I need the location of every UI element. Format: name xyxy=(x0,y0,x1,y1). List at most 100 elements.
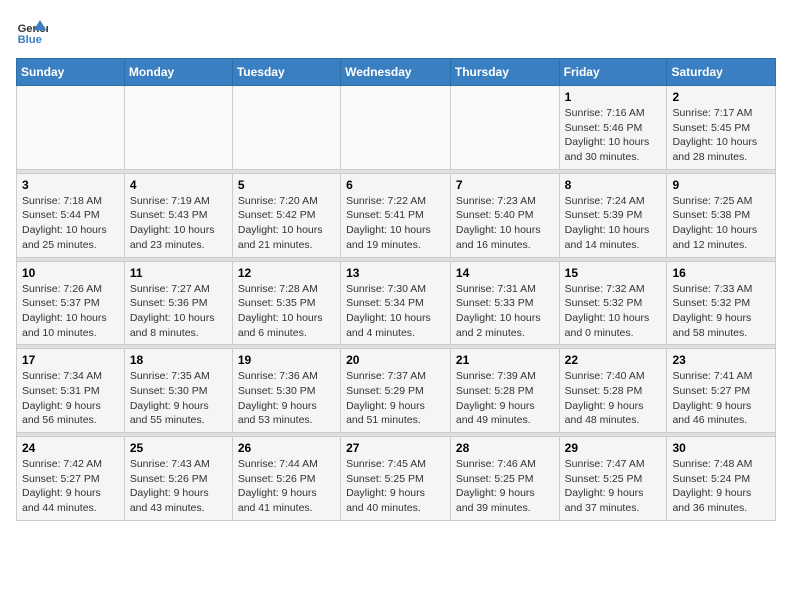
calendar-body: 1 Sunrise: 7:16 AM Sunset: 5:46 PM Daylig… xyxy=(17,86,776,521)
day-cell: 28Sunrise: 7:46 AM Sunset: 5:25 PM Dayli… xyxy=(450,437,559,521)
day-number: 14 xyxy=(456,266,554,280)
column-header-wednesday: Wednesday xyxy=(341,59,451,86)
day-number: 9 xyxy=(672,178,770,192)
day-number: 1 xyxy=(565,90,662,104)
day-cell: 30 Sunrise: 7:48 AM Sunset: 5:24 PM Dayli… xyxy=(667,437,776,521)
day-info: Sunrise: 7:33 AM Sunset: 5:32 PM Dayligh… xyxy=(672,282,770,341)
day-number: 12 xyxy=(238,266,335,280)
logo-icon: General Blue xyxy=(16,16,48,48)
day-info: Sunrise: 7:16 AM Sunset: 5:46 PM Dayligh… xyxy=(565,106,662,165)
day-cell: 16 Sunrise: 7:33 AM Sunset: 5:32 PM Dayli… xyxy=(667,261,776,345)
day-info: Sunrise: 7:44 AM Sunset: 5:26 PM Dayligh… xyxy=(238,457,335,516)
day-info: Sunrise: 7:36 AM Sunset: 5:30 PM Dayligh… xyxy=(238,369,335,428)
day-cell: 1 Sunrise: 7:16 AM Sunset: 5:46 PM Daylig… xyxy=(559,86,667,170)
day-info: Sunrise: 7:47 AM Sunset: 5:25 PM Dayligh… xyxy=(565,457,662,516)
day-cell: 24 Sunrise: 7:42 AM Sunset: 5:27 PM Dayli… xyxy=(17,437,125,521)
day-number: 2 xyxy=(672,90,770,104)
day-number: 17 xyxy=(22,353,119,367)
day-cell: 7 Sunrise: 7:23 AM Sunset: 5:40 PM Daylig… xyxy=(450,173,559,257)
day-info: Sunrise: 7:42 AM Sunset: 5:27 PM Dayligh… xyxy=(22,457,119,516)
day-info: Sunrise: 7:18 AM Sunset: 5:44 PM Dayligh… xyxy=(22,194,119,253)
day-info: Sunrise: 7:34 AM Sunset: 5:31 PM Dayligh… xyxy=(22,369,119,428)
svg-text:Blue: Blue xyxy=(18,34,42,46)
day-number: 29 xyxy=(565,441,662,455)
day-number: 25 xyxy=(130,441,227,455)
day-info: Sunrise: 7:23 AM Sunset: 5:40 PM Dayligh… xyxy=(456,194,554,253)
day-cell: 10Sunrise: 7:26 AM Sunset: 5:37 PM Dayli… xyxy=(17,261,125,345)
day-cell: 17 Sunrise: 7:34 AM Sunset: 5:31 PM Dayli… xyxy=(17,349,125,433)
day-cell: 2Sunrise: 7:17 AM Sunset: 5:45 PM Daylig… xyxy=(667,86,776,170)
week-row-4: 17 Sunrise: 7:34 AM Sunset: 5:31 PM Dayli… xyxy=(17,349,776,433)
column-header-sunday: Sunday xyxy=(17,59,125,86)
day-cell: 23Sunrise: 7:41 AM Sunset: 5:27 PM Dayli… xyxy=(667,349,776,433)
day-cell: 20 Sunrise: 7:37 AM Sunset: 5:29 PM Dayli… xyxy=(341,349,451,433)
week-row-2: 3 Sunrise: 7:18 AM Sunset: 5:44 PM Daylig… xyxy=(17,173,776,257)
day-number: 13 xyxy=(346,266,445,280)
day-info: Sunrise: 7:48 AM Sunset: 5:24 PM Dayligh… xyxy=(672,457,770,516)
day-cell xyxy=(17,86,125,170)
day-info: Sunrise: 7:41 AM Sunset: 5:27 PM Dayligh… xyxy=(672,369,770,428)
day-number: 30 xyxy=(672,441,770,455)
day-info: Sunrise: 7:28 AM Sunset: 5:35 PM Dayligh… xyxy=(238,282,335,341)
day-cell xyxy=(232,86,340,170)
day-number: 19 xyxy=(238,353,335,367)
day-info: Sunrise: 7:45 AM Sunset: 5:25 PM Dayligh… xyxy=(346,457,445,516)
day-number: 18 xyxy=(130,353,227,367)
day-number: 6 xyxy=(346,178,445,192)
day-info: Sunrise: 7:31 AM Sunset: 5:33 PM Dayligh… xyxy=(456,282,554,341)
day-number: 27 xyxy=(346,441,445,455)
day-cell: 3 Sunrise: 7:18 AM Sunset: 5:44 PM Daylig… xyxy=(17,173,125,257)
day-info: Sunrise: 7:32 AM Sunset: 5:32 PM Dayligh… xyxy=(565,282,662,341)
week-row-3: 10Sunrise: 7:26 AM Sunset: 5:37 PM Dayli… xyxy=(17,261,776,345)
day-cell: 11 Sunrise: 7:27 AM Sunset: 5:36 PM Dayli… xyxy=(124,261,232,345)
day-cell: 9 Sunrise: 7:25 AM Sunset: 5:38 PM Daylig… xyxy=(667,173,776,257)
week-row-1: 1 Sunrise: 7:16 AM Sunset: 5:46 PM Daylig… xyxy=(17,86,776,170)
day-number: 16 xyxy=(672,266,770,280)
header: General Blue xyxy=(16,16,776,48)
day-cell: 18 Sunrise: 7:35 AM Sunset: 5:30 PM Dayli… xyxy=(124,349,232,433)
calendar-table: SundayMondayTuesdayWednesdayThursdayFrid… xyxy=(16,58,776,521)
day-cell: 26Sunrise: 7:44 AM Sunset: 5:26 PM Dayli… xyxy=(232,437,340,521)
day-info: Sunrise: 7:19 AM Sunset: 5:43 PM Dayligh… xyxy=(130,194,227,253)
day-number: 3 xyxy=(22,178,119,192)
column-header-tuesday: Tuesday xyxy=(232,59,340,86)
day-info: Sunrise: 7:25 AM Sunset: 5:38 PM Dayligh… xyxy=(672,194,770,253)
column-header-monday: Monday xyxy=(124,59,232,86)
day-cell: 19 Sunrise: 7:36 AM Sunset: 5:30 PM Dayli… xyxy=(232,349,340,433)
day-cell: 8 Sunrise: 7:24 AM Sunset: 5:39 PM Daylig… xyxy=(559,173,667,257)
calendar-header: SundayMondayTuesdayWednesdayThursdayFrid… xyxy=(17,59,776,86)
column-header-saturday: Saturday xyxy=(667,59,776,86)
column-header-thursday: Thursday xyxy=(450,59,559,86)
day-info: Sunrise: 7:20 AM Sunset: 5:42 PM Dayligh… xyxy=(238,194,335,253)
day-number: 4 xyxy=(130,178,227,192)
day-cell: 15 Sunrise: 7:32 AM Sunset: 5:32 PM Dayli… xyxy=(559,261,667,345)
day-number: 7 xyxy=(456,178,554,192)
day-number: 11 xyxy=(130,266,227,280)
day-cell xyxy=(450,86,559,170)
day-info: Sunrise: 7:27 AM Sunset: 5:36 PM Dayligh… xyxy=(130,282,227,341)
day-info: Sunrise: 7:37 AM Sunset: 5:29 PM Dayligh… xyxy=(346,369,445,428)
day-number: 24 xyxy=(22,441,119,455)
day-cell: 21Sunrise: 7:39 AM Sunset: 5:28 PM Dayli… xyxy=(450,349,559,433)
column-header-friday: Friday xyxy=(559,59,667,86)
day-cell: 6 Sunrise: 7:22 AM Sunset: 5:41 PM Daylig… xyxy=(341,173,451,257)
day-number: 28 xyxy=(456,441,554,455)
day-number: 15 xyxy=(565,266,662,280)
day-info: Sunrise: 7:35 AM Sunset: 5:30 PM Dayligh… xyxy=(130,369,227,428)
day-cell: 13 Sunrise: 7:30 AM Sunset: 5:34 PM Dayli… xyxy=(341,261,451,345)
day-cell: 5Sunrise: 7:20 AM Sunset: 5:42 PM Daylig… xyxy=(232,173,340,257)
day-info: Sunrise: 7:30 AM Sunset: 5:34 PM Dayligh… xyxy=(346,282,445,341)
logo: General Blue xyxy=(16,16,52,48)
day-info: Sunrise: 7:43 AM Sunset: 5:26 PM Dayligh… xyxy=(130,457,227,516)
day-info: Sunrise: 7:40 AM Sunset: 5:28 PM Dayligh… xyxy=(565,369,662,428)
day-info: Sunrise: 7:26 AM Sunset: 5:37 PM Dayligh… xyxy=(22,282,119,341)
day-number: 22 xyxy=(565,353,662,367)
day-info: Sunrise: 7:22 AM Sunset: 5:41 PM Dayligh… xyxy=(346,194,445,253)
day-number: 20 xyxy=(346,353,445,367)
day-cell xyxy=(124,86,232,170)
day-number: 8 xyxy=(565,178,662,192)
day-cell xyxy=(341,86,451,170)
day-info: Sunrise: 7:24 AM Sunset: 5:39 PM Dayligh… xyxy=(565,194,662,253)
header-row: SundayMondayTuesdayWednesdayThursdayFrid… xyxy=(17,59,776,86)
day-cell: 14 Sunrise: 7:31 AM Sunset: 5:33 PM Dayli… xyxy=(450,261,559,345)
